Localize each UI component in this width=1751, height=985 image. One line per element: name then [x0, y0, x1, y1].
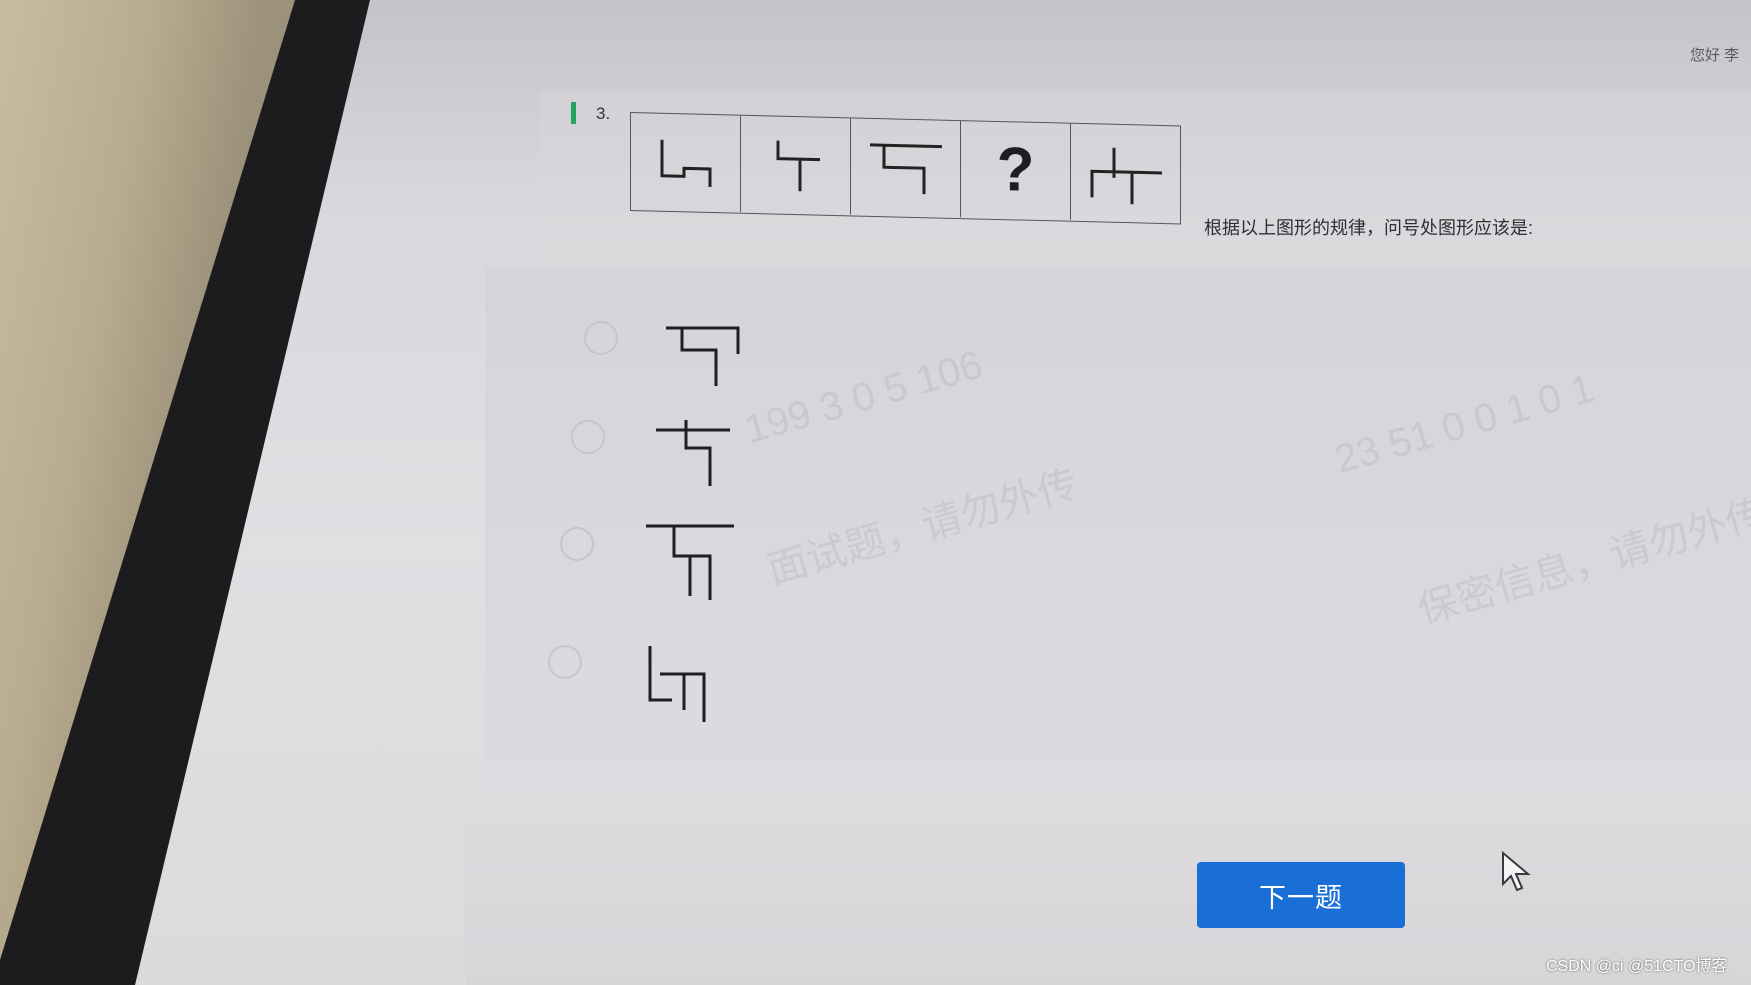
option-d-glyph-icon[interactable] [644, 640, 714, 725]
figure-cell-1 [631, 113, 741, 212]
option-a-glyph-icon[interactable] [660, 322, 750, 392]
figure-cell-3 [851, 118, 961, 218]
figure-5-icon [1090, 147, 1162, 205]
option-c-radio[interactable] [560, 527, 594, 561]
option-d-radio[interactable] [548, 645, 582, 679]
option-b-radio[interactable] [571, 420, 605, 454]
figure-3-icon [869, 143, 942, 195]
option-c-glyph-icon[interactable] [644, 520, 739, 605]
question-marker [571, 102, 576, 124]
figure-2-icon [776, 140, 820, 192]
source-credit: CSDN @ci @51CTO博客 [1546, 958, 1728, 975]
figure-sequence: ? [630, 112, 1181, 225]
question-number: 3. [596, 104, 611, 123]
unknown-figure: ? [996, 134, 1035, 205]
figure-cell-2 [741, 115, 851, 215]
figure-cell-4: ? [961, 121, 1071, 220]
option-a-radio[interactable] [584, 321, 618, 355]
mouse-cursor-icon [1502, 850, 1531, 892]
option-b-glyph-icon[interactable] [652, 420, 742, 495]
next-question-button[interactable]: 下一题 [1197, 862, 1405, 928]
figure-1-icon [660, 139, 711, 187]
question-instruction: 根据以上图形的规律，问号处图形应该是: [1204, 218, 1533, 238]
user-greeting: 您好 李 [1690, 47, 1740, 64]
figure-cell-5 [1071, 124, 1180, 223]
